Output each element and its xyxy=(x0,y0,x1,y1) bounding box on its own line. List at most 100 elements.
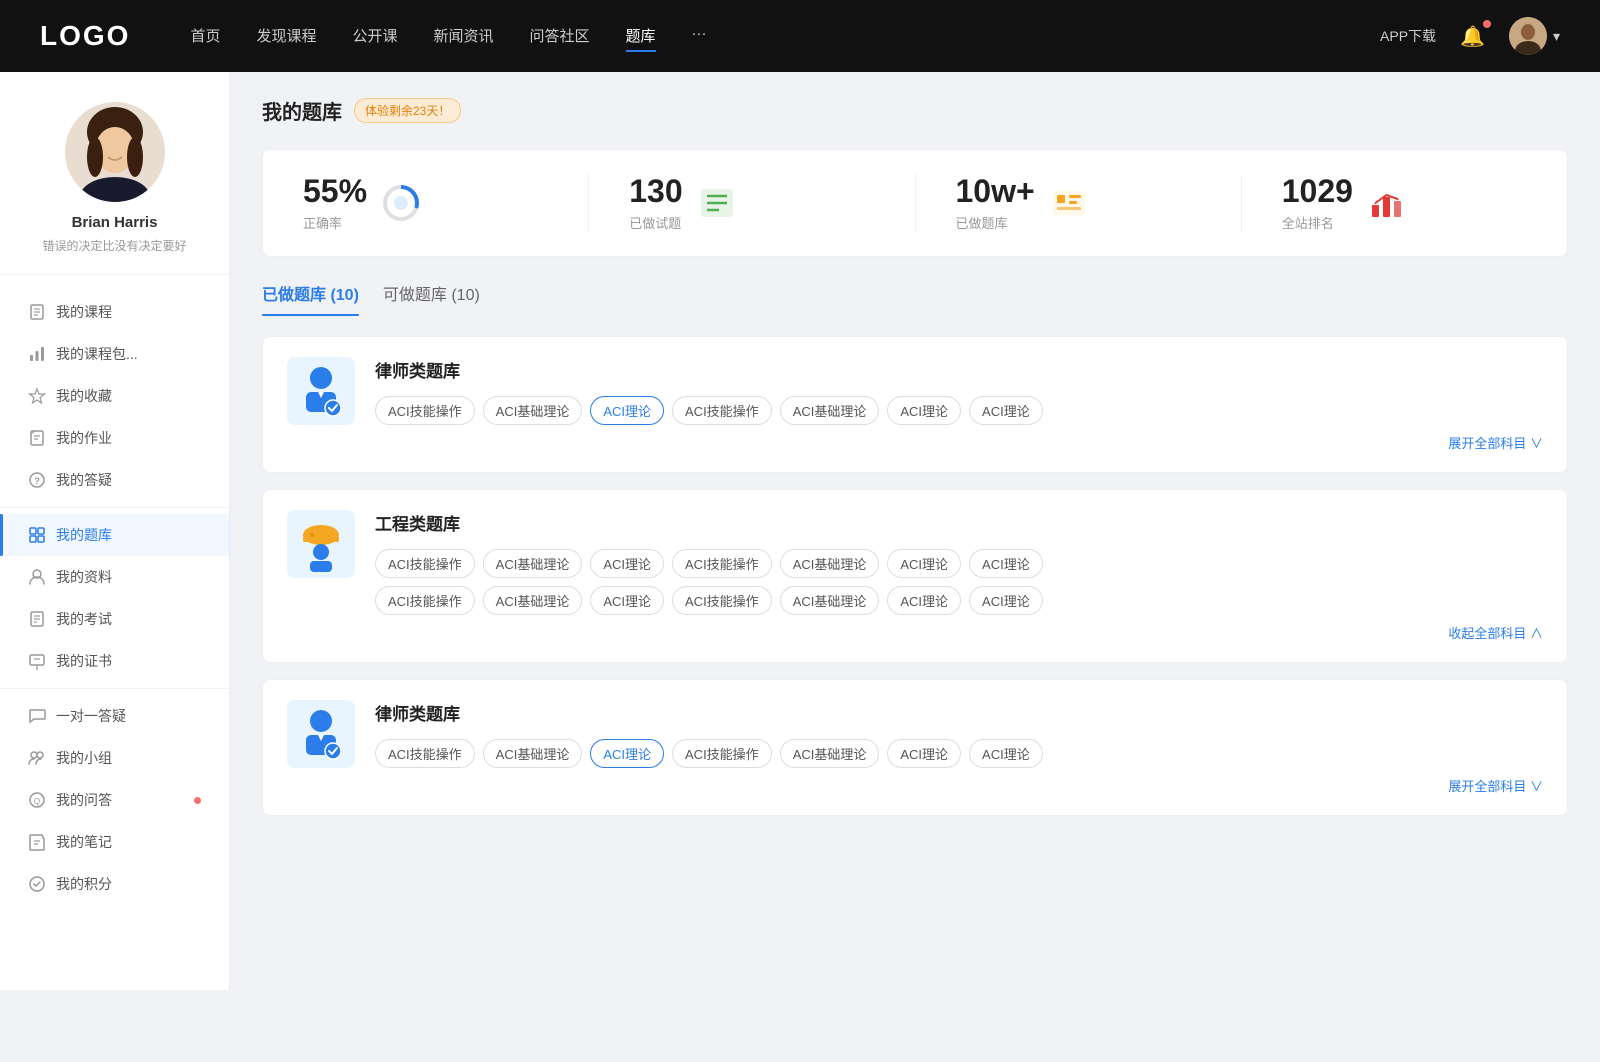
bell-icon[interactable]: 🔔 xyxy=(1460,24,1485,49)
qbank-tags-row1-l2: ACI技能操作 ACI基础理论 ACI理论 ACI技能操作 ACI基础理论 AC… xyxy=(375,739,1543,768)
tag[interactable]: ACI技能操作 xyxy=(672,739,772,768)
tag[interactable]: ACI理论 xyxy=(590,586,664,615)
tag[interactable]: ACI基础理论 xyxy=(483,396,583,425)
sidebar-item-1v1-qa[interactable]: 一对一答疑 xyxy=(0,695,229,737)
sidebar-item-label: 我的课程包... xyxy=(56,344,201,364)
qbank-title: 律师类题库 xyxy=(375,357,1543,382)
tag[interactable]: ACI理论 xyxy=(969,586,1043,615)
qbank-body-engineer: 工程类题库 ACI技能操作 ACI基础理论 ACI理论 ACI技能操作 ACI基… xyxy=(375,510,1543,642)
stat-done-questions: 130 已做试题 xyxy=(589,174,915,232)
sidebar-item-my-qa[interactable]: ? 我的答疑 xyxy=(0,459,229,501)
grid-icon xyxy=(28,526,46,544)
tag[interactable]: ACI基础理论 xyxy=(780,396,880,425)
star-icon xyxy=(28,387,46,405)
user-avatar-menu[interactable]: ▾ xyxy=(1509,17,1560,55)
notification-dot xyxy=(194,797,201,804)
tag[interactable]: ACI技能操作 xyxy=(375,586,475,615)
sidebar-item-my-homework[interactable]: 我的作业 xyxy=(0,417,229,459)
pie-icon xyxy=(381,183,421,223)
cert-icon xyxy=(28,652,46,670)
stat-done-banks-label: 已做题库 xyxy=(956,213,1035,232)
tag[interactable]: ACI理论 xyxy=(887,396,961,425)
sidebar-item-my-qbank[interactable]: 我的题库 xyxy=(0,514,229,556)
stat-done-banks: 10w+ 已做题库 xyxy=(916,174,1242,232)
stat-accuracy-value: 55% xyxy=(303,174,367,209)
tag[interactable]: ACI基础理论 xyxy=(483,586,583,615)
tag[interactable]: ACI理论 xyxy=(590,549,664,578)
file-icon xyxy=(28,303,46,321)
nav-more[interactable]: ··· xyxy=(692,21,707,52)
sidebar-item-label: 我的小组 xyxy=(56,748,201,768)
tag[interactable]: ACI基础理论 xyxy=(780,549,880,578)
nav-home[interactable]: 首页 xyxy=(190,21,220,52)
stat-rank-value: 1029 xyxy=(1282,174,1353,209)
tag[interactable]: ACI基础理论 xyxy=(780,586,880,615)
tag[interactable]: ACI理论 xyxy=(887,739,961,768)
app-download-button[interactable]: APP下载 xyxy=(1380,26,1436,46)
engineer-icon xyxy=(296,517,346,572)
lawyer-icon xyxy=(296,364,346,419)
sidebar-item-label: 我的资料 xyxy=(56,567,201,587)
tag[interactable]: ACI理论 xyxy=(969,549,1043,578)
sidebar-item-my-group[interactable]: 我的小组 xyxy=(0,737,229,779)
nav-qbank[interactable]: 题库 xyxy=(626,21,656,52)
layout: Brian Harris 错误的决定比没有决定要好 我的课程 xyxy=(0,72,1600,990)
menu-divider xyxy=(0,507,229,508)
qbank-card-lawyer-2: 律师类题库 ACI技能操作 ACI基础理论 ACI理论 ACI技能操作 ACI基… xyxy=(262,679,1568,816)
qbank-tags-row1-eng: ACI技能操作 ACI基础理论 ACI理论 ACI技能操作 ACI基础理论 AC… xyxy=(375,549,1543,578)
list-icon xyxy=(697,183,737,223)
sidebar-item-label: 我的积分 xyxy=(56,874,201,894)
sidebar-item-my-package[interactable]: 我的课程包... xyxy=(0,333,229,375)
tag[interactable]: ACI理论 xyxy=(887,586,961,615)
collapse-button[interactable]: 收起全部科目 ∧ xyxy=(375,623,1543,642)
paper-icon xyxy=(28,610,46,628)
stat-rank: 1029 全站排名 xyxy=(1242,174,1567,232)
sidebar-item-my-profile[interactable]: 我的资料 xyxy=(0,556,229,598)
tag[interactable]: ACI技能操作 xyxy=(375,396,475,425)
qbank-tags-row1: ACI技能操作 ACI基础理论 ACI理论 ACI技能操作 ACI基础理论 AC… xyxy=(375,396,1543,425)
qbank-body-lawyer-1: 律师类题库 ACI技能操作 ACI基础理论 ACI理论 ACI技能操作 ACI基… xyxy=(375,357,1543,452)
tag[interactable]: ACI理论 xyxy=(887,549,961,578)
tag-active[interactable]: ACI理论 xyxy=(590,739,664,768)
tag[interactable]: ACI基础理论 xyxy=(780,739,880,768)
tag[interactable]: ACI基础理论 xyxy=(483,739,583,768)
chart-icon xyxy=(28,345,46,363)
tag[interactable]: ACI理论 xyxy=(969,739,1043,768)
svg-text:Q: Q xyxy=(34,797,40,806)
qbank-title: 工程类题库 xyxy=(375,510,1543,535)
expand-button-2[interactable]: 展开全部科目 ∨ xyxy=(375,776,1543,795)
stat-done-q-label: 已做试题 xyxy=(629,213,682,232)
sidebar-item-label: 我的笔记 xyxy=(56,832,201,852)
tag[interactable]: ACI理论 xyxy=(969,396,1043,425)
sidebar-item-my-favorites[interactable]: 我的收藏 xyxy=(0,375,229,417)
tab-done-banks[interactable]: 已做题库 (10) xyxy=(262,281,359,315)
nav-discover[interactable]: 发现课程 xyxy=(256,21,316,52)
qbank-icon-lawyer xyxy=(287,357,355,425)
sidebar: Brian Harris 错误的决定比没有决定要好 我的课程 xyxy=(0,72,230,990)
sidebar-item-my-cert[interactable]: 我的证书 xyxy=(0,640,229,682)
tag[interactable]: ACI技能操作 xyxy=(672,586,772,615)
qbank-icon-engineer xyxy=(287,510,355,578)
sidebar-item-my-questions[interactable]: Q 我的问答 xyxy=(0,779,229,821)
nav-news[interactable]: 新闻资讯 xyxy=(434,21,494,52)
sidebar-item-my-course[interactable]: 我的课程 xyxy=(0,291,229,333)
tab-available-banks[interactable]: 可做题库 (10) xyxy=(383,281,480,315)
lawyer-icon2 xyxy=(296,707,346,762)
sidebar-item-label: 我的证书 xyxy=(56,651,201,671)
tag[interactable]: ACI技能操作 xyxy=(672,549,772,578)
note-icon2 xyxy=(1049,183,1089,223)
nav-qa[interactable]: 问答社区 xyxy=(530,21,590,52)
expand-button[interactable]: 展开全部科目 ∨ xyxy=(375,433,1543,452)
tag[interactable]: ACI技能操作 xyxy=(672,396,772,425)
tag[interactable]: ACI基础理论 xyxy=(483,549,583,578)
sidebar-item-my-notes[interactable]: 我的笔记 xyxy=(0,821,229,863)
tag-active[interactable]: ACI理论 xyxy=(590,396,664,425)
tag[interactable]: ACI技能操作 xyxy=(375,549,475,578)
nav-opencourse[interactable]: 公开课 xyxy=(352,21,397,52)
sidebar-item-my-exam[interactable]: 我的考试 xyxy=(0,598,229,640)
profile-desc: 错误的决定比没有决定要好 xyxy=(20,237,209,254)
tag[interactable]: ACI技能操作 xyxy=(375,739,475,768)
score-icon xyxy=(28,875,46,893)
sidebar-profile: Brian Harris 错误的决定比没有决定要好 xyxy=(0,102,229,275)
sidebar-item-my-points[interactable]: 我的积分 xyxy=(0,863,229,905)
